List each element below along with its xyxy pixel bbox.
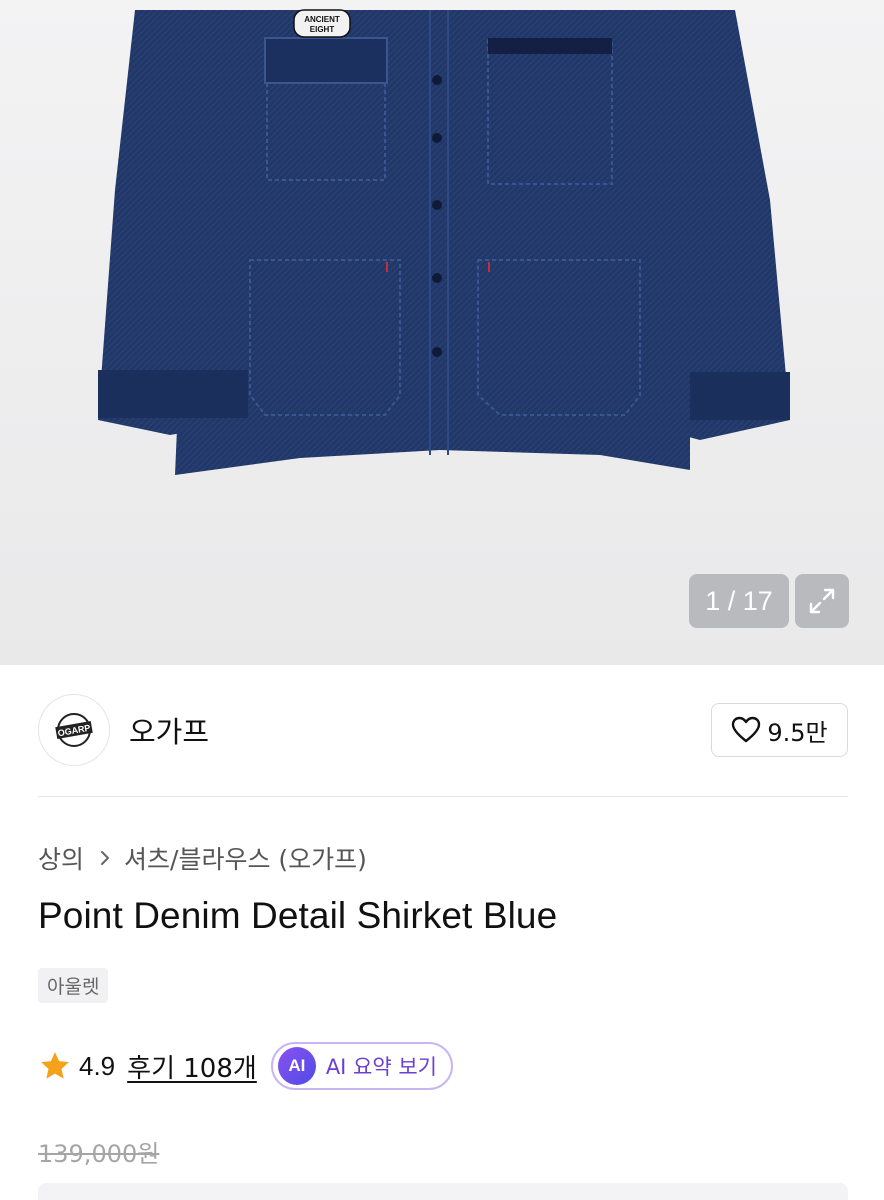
brand-name[interactable]: 오가프 [129,709,209,751]
like-button[interactable]: 9.5만 [711,703,848,757]
section-divider [38,796,848,797]
expand-button[interactable] [795,574,849,628]
brand-logo[interactable]: OGARP [38,694,110,766]
price-detail-box [38,1183,848,1200]
star-icon [41,1052,69,1079]
rating-value: 4.9 [79,1050,116,1081]
breadcrumb-category[interactable]: 상의 [38,840,84,876]
review-count-link[interactable]: 후기 108개 [127,1048,257,1085]
ai-summary-button[interactable]: AI AI 요약 보기 [270,1042,454,1090]
expand-icon [809,588,835,614]
rating-row: 4.9 후기 108개 AI AI 요약 보기 [38,1041,454,1091]
original-price: 139,000원 [38,1140,160,1168]
breadcrumb-subcategory[interactable]: 셔츠/블라우스 (오가프) [124,840,367,876]
ai-badge: AI [277,1047,316,1085]
patch-text-line2: EIGHT [310,25,335,34]
breadcrumb: 상의 셔츠/블라우스 (오가프) [38,840,367,876]
like-count: 9.5만 [767,718,828,747]
product-photo: ANCIENT EIGHT [98,9,790,475]
outlet-tag: 아울렛 [38,968,109,1003]
patch-text-line1: ANCIENT [304,15,340,24]
image-counter: 1 / 17 [689,574,789,628]
product-title: Point Denim Detail Shirket Blue [38,895,558,936]
chevron-right-icon [98,848,112,868]
brand-logo-mark: OGARP [55,713,93,747]
ai-summary-label: AI 요약 보기 [325,1055,438,1079]
product-image-gallery[interactable]: ANCIENT EIGHT 1 / 17 [0,0,884,665]
heart-icon [732,716,761,743]
